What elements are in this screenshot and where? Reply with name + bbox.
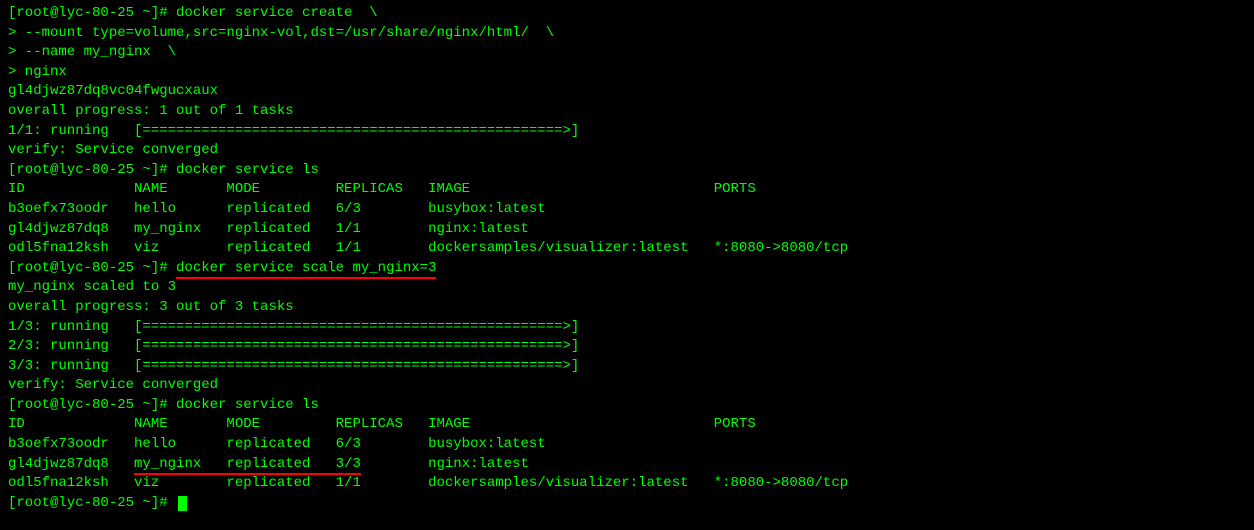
terminal-line: verify: Service converged	[8, 376, 1246, 396]
terminal-line: [root@lyc-80-25 ~]# docker service scale…	[8, 259, 1246, 279]
prompt-and-cmd: [root@lyc-80-25 ~]# docker service ls	[8, 162, 319, 178]
terminal-line: > --name my_nginx \	[8, 43, 1246, 63]
scale-command: docker service scale my_nginx=3	[176, 260, 436, 279]
prompt-and-cmd: [root@lyc-80-25 ~]# docker service creat…	[8, 5, 378, 21]
terminal-line: > nginx	[8, 63, 1246, 83]
table-row: gl4djwz87dq8 my_nginx replicated 3/3 ngi…	[8, 455, 1246, 475]
service-id: gl4djwz87dq8	[8, 456, 134, 472]
progress-output: overall progress: 3 out of 3 tasks	[8, 299, 294, 315]
table-row: b3oefx73oodr hello replicated 6/3 busybo…	[8, 200, 1246, 220]
terminal-line: [root@lyc-80-25 ~]# docker service ls	[8, 396, 1246, 416]
terminal-line: overall progress: 3 out of 3 tasks	[8, 298, 1246, 318]
terminal-line: [root@lyc-80-25 ~]# docker service ls	[8, 161, 1246, 181]
terminal-line: my_nginx scaled to 3	[8, 278, 1246, 298]
task-progress: 1/1: running [==========================…	[8, 123, 579, 139]
cmd-continuation: > nginx	[8, 64, 67, 80]
terminal-line: 1/1: running [==========================…	[8, 122, 1246, 142]
task-progress: 3/3: running [==========================…	[8, 358, 579, 374]
scaled-service-highlight: my_nginx replicated 3/3	[134, 456, 361, 475]
table-row: odl5fna12ksh viz replicated 1/1 dockersa…	[8, 474, 1246, 494]
verify-output: verify: Service converged	[8, 377, 218, 393]
service-row: b3oefx73oodr hello replicated 6/3 busybo…	[8, 436, 546, 452]
table-row: odl5fna12ksh viz replicated 1/1 dockersa…	[8, 239, 1246, 259]
terminal-line: overall progress: 1 out of 1 tasks	[8, 102, 1246, 122]
terminal-line: 3/3: running [==========================…	[8, 357, 1246, 377]
service-id-output: gl4djwz87dq8vc04fwgucxaux	[8, 83, 218, 99]
terminal-line[interactable]: [root@lyc-80-25 ~]#	[8, 494, 1246, 514]
terminal-cursor[interactable]	[178, 496, 187, 511]
prompt-text: [root@lyc-80-25 ~]#	[8, 260, 176, 276]
cmd-continuation: > --mount type=volume,src=nginx-vol,dst=…	[8, 25, 554, 41]
service-row: odl5fna12ksh viz replicated 1/1 dockersa…	[8, 240, 848, 256]
table-header: ID NAME MODE REPLICAS IMAGE PORTS	[8, 180, 1246, 200]
cmd-continuation: > --name my_nginx \	[8, 44, 176, 60]
scale-output: my_nginx scaled to 3	[8, 279, 176, 295]
task-progress: 2/3: running [==========================…	[8, 338, 579, 354]
verify-output: verify: Service converged	[8, 142, 218, 158]
terminal-line: gl4djwz87dq8vc04fwgucxaux	[8, 82, 1246, 102]
terminal-line: [root@lyc-80-25 ~]# docker service creat…	[8, 4, 1246, 24]
service-row: odl5fna12ksh viz replicated 1/1 dockersa…	[8, 475, 848, 491]
table-row: b3oefx73oodr hello replicated 6/3 busybo…	[8, 435, 1246, 455]
terminal-line: verify: Service converged	[8, 141, 1246, 161]
terminal-line: > --mount type=volume,src=nginx-vol,dst=…	[8, 24, 1246, 44]
table-header: ID NAME MODE REPLICAS IMAGE PORTS	[8, 415, 1246, 435]
table-header-text: ID NAME MODE REPLICAS IMAGE PORTS	[8, 416, 756, 432]
service-rest: nginx:latest	[361, 456, 529, 472]
progress-output: overall progress: 1 out of 1 tasks	[8, 103, 294, 119]
service-row: b3oefx73oodr hello replicated 6/3 busybo…	[8, 201, 546, 217]
terminal-line: 2/3: running [==========================…	[8, 337, 1246, 357]
prompt-and-cmd: [root@lyc-80-25 ~]# docker service ls	[8, 397, 319, 413]
terminal-line: 1/3: running [==========================…	[8, 318, 1246, 338]
service-row: gl4djwz87dq8 my_nginx replicated 1/1 ngi…	[8, 221, 529, 237]
table-header-text: ID NAME MODE REPLICAS IMAGE PORTS	[8, 181, 756, 197]
task-progress: 1/3: running [==========================…	[8, 319, 579, 335]
table-row: gl4djwz87dq8 my_nginx replicated 1/1 ngi…	[8, 220, 1246, 240]
prompt-text: [root@lyc-80-25 ~]#	[8, 495, 176, 511]
